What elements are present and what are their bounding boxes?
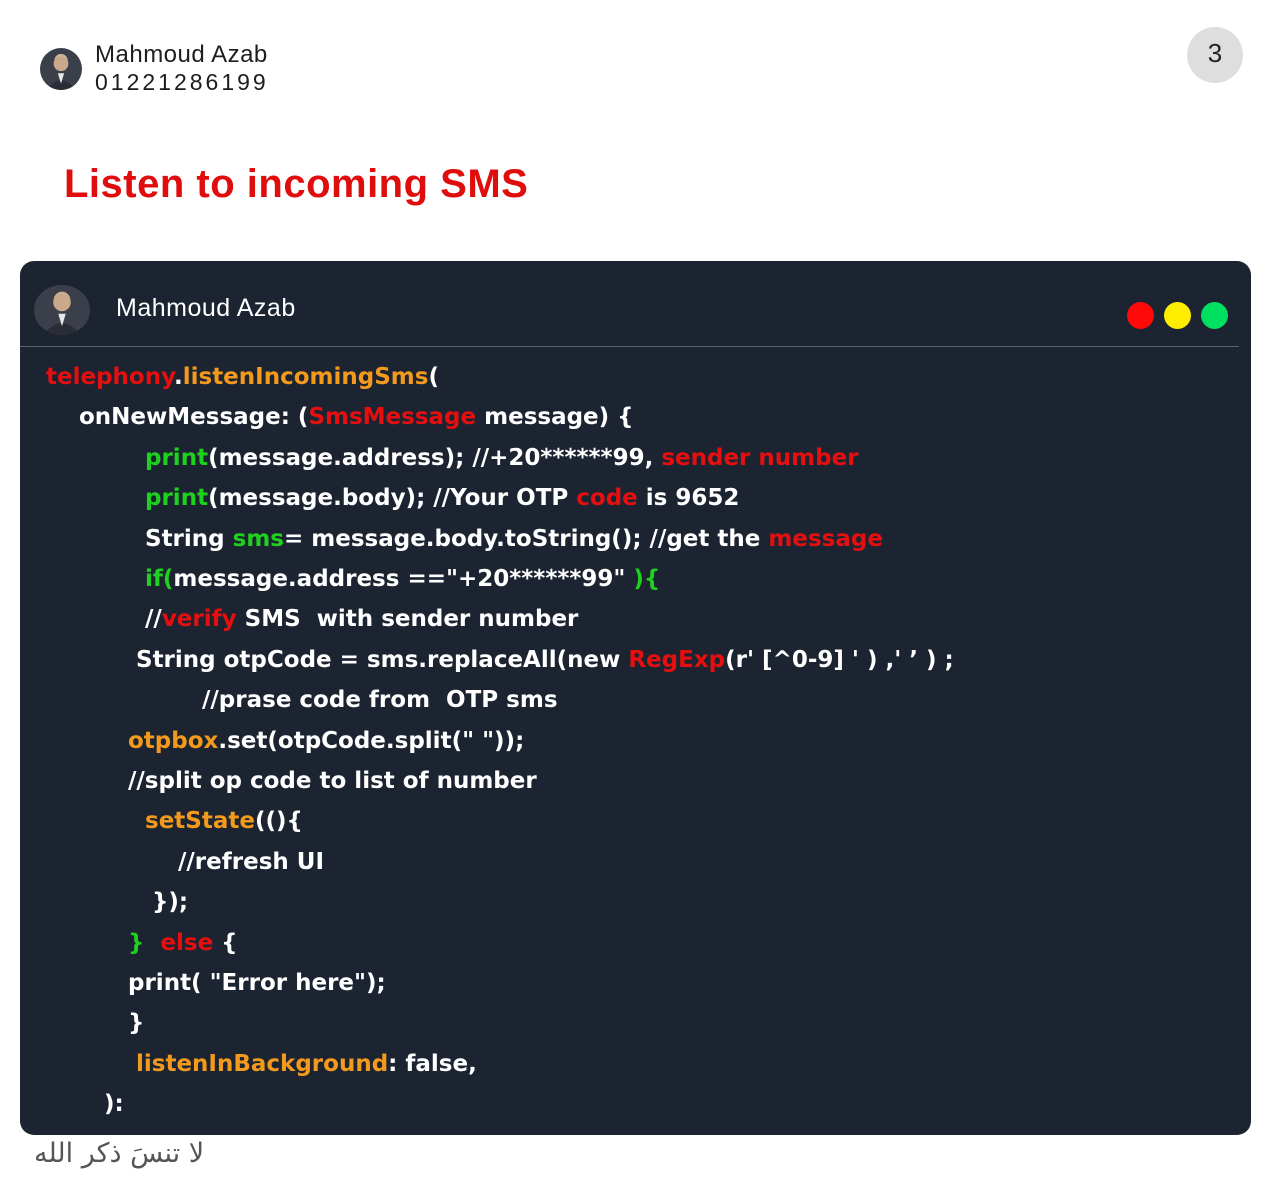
- code-line: ):: [104, 1086, 124, 1122]
- code-token: ):: [104, 1091, 124, 1118]
- window-author-avatar: [34, 285, 90, 335]
- code-token: String: [145, 525, 233, 552]
- code-token: ){: [633, 566, 661, 592]
- code-token: }: [128, 929, 145, 956]
- code-window: Mahmoud Azab telephony.listenIncomingSms…: [20, 261, 1251, 1135]
- code-line: print( "Error here");: [128, 965, 386, 1001]
- code-token: verify: [161, 606, 237, 633]
- code-token: .set(otpCode.split(" "));: [218, 727, 525, 754]
- code-token: //prase code from OTP sms: [202, 687, 558, 714]
- author-phone: 01221286199: [95, 69, 269, 95]
- code-token: print( "Error here");: [128, 970, 386, 996]
- code-token: : false,: [388, 1050, 477, 1077]
- code-token: SmsMessage: [308, 404, 477, 431]
- code-line: print(message.body); //Your OTP code is …: [145, 480, 739, 516]
- code-line: telephony.listenIncomingSms(: [46, 359, 439, 395]
- code-line: String otpCode = sms.replaceAll(new RegE…: [136, 642, 954, 678]
- code-token: sender number: [661, 444, 859, 471]
- code-token: print: [145, 444, 209, 471]
- code-token: code: [576, 485, 638, 512]
- code-token: if(: [145, 566, 174, 592]
- author-name: Mahmoud Azab: [95, 41, 268, 68]
- code-token: SMS with sender number: [236, 606, 579, 633]
- page-number-badge: 3: [1187, 27, 1243, 83]
- code-token: message: [768, 525, 883, 552]
- code-line: if(message.address =="+20******99" ){: [145, 561, 660, 597]
- code-token: (: [428, 364, 439, 390]
- code-token: onNewMessage: (: [79, 404, 309, 431]
- code-line: //prase code from OTP sms: [202, 682, 558, 718]
- code-token: print: [145, 485, 209, 512]
- code-token: = message.body.toString(); //get the: [284, 525, 769, 552]
- window-divider: [20, 346, 1239, 347]
- code-token: RegExp: [628, 646, 726, 673]
- code-token: //: [145, 606, 162, 633]
- code-token: //split op code to list of number: [128, 768, 537, 794]
- code-token: message.address =="+20******99": [173, 566, 634, 592]
- author-avatar: [40, 48, 82, 90]
- code-token: (message.body); //Your OTP: [208, 485, 577, 512]
- code-line: //split op code to list of number: [128, 763, 537, 799]
- code-token: (message.address); //+20******99,: [208, 444, 662, 471]
- code-token: listenIncomingSms: [182, 364, 429, 390]
- code-line: print(message.address); //+20******99, s…: [145, 440, 859, 476]
- footer-text: لا تنسَ ذكر الله: [34, 1138, 205, 1169]
- code-token: otpbox: [128, 727, 219, 754]
- code-line: String sms= message.body.toString(); //g…: [145, 521, 883, 557]
- code-token: is 9652: [637, 485, 740, 512]
- code-line: } else {: [128, 925, 238, 961]
- code-token: {: [213, 929, 238, 956]
- code-token: .: [173, 364, 183, 390]
- code-line: listenInBackground: false,: [136, 1046, 477, 1082]
- code-token: String otpCode = sms.replaceAll(new: [136, 646, 629, 673]
- window-maximize-dot: [1201, 302, 1228, 329]
- code-line: setState((){: [145, 803, 303, 839]
- code-token: //refresh UI: [178, 848, 324, 875]
- code-line: otpbox.set(otpCode.split(" "));: [128, 723, 524, 759]
- code-token: else: [160, 929, 214, 956]
- window-minimize-dot: [1164, 302, 1191, 329]
- code-token: (r' [^0-9] ' ) ,' ’ ) ;: [725, 646, 954, 673]
- code-token: telephony: [46, 364, 174, 390]
- code-token: });: [152, 889, 189, 916]
- code-token: ((){: [254, 808, 303, 835]
- code-token: message) {: [476, 404, 634, 431]
- window-author-name: Mahmoud Azab: [116, 294, 296, 322]
- code-token: setState: [145, 808, 255, 835]
- code-line: onNewMessage: (SmsMessage message) {: [79, 399, 634, 435]
- code-token: }: [128, 1010, 145, 1037]
- page-title: Listen to incoming SMS: [64, 162, 529, 206]
- code-line: //refresh UI: [178, 844, 324, 880]
- code-line: });: [152, 884, 188, 920]
- window-close-dot: [1127, 302, 1154, 329]
- code-token: sms: [232, 525, 284, 552]
- code-line: //verify SMS with sender number: [145, 601, 578, 637]
- code-line: }: [128, 1005, 144, 1041]
- code-token: listenInBackground: [136, 1050, 389, 1077]
